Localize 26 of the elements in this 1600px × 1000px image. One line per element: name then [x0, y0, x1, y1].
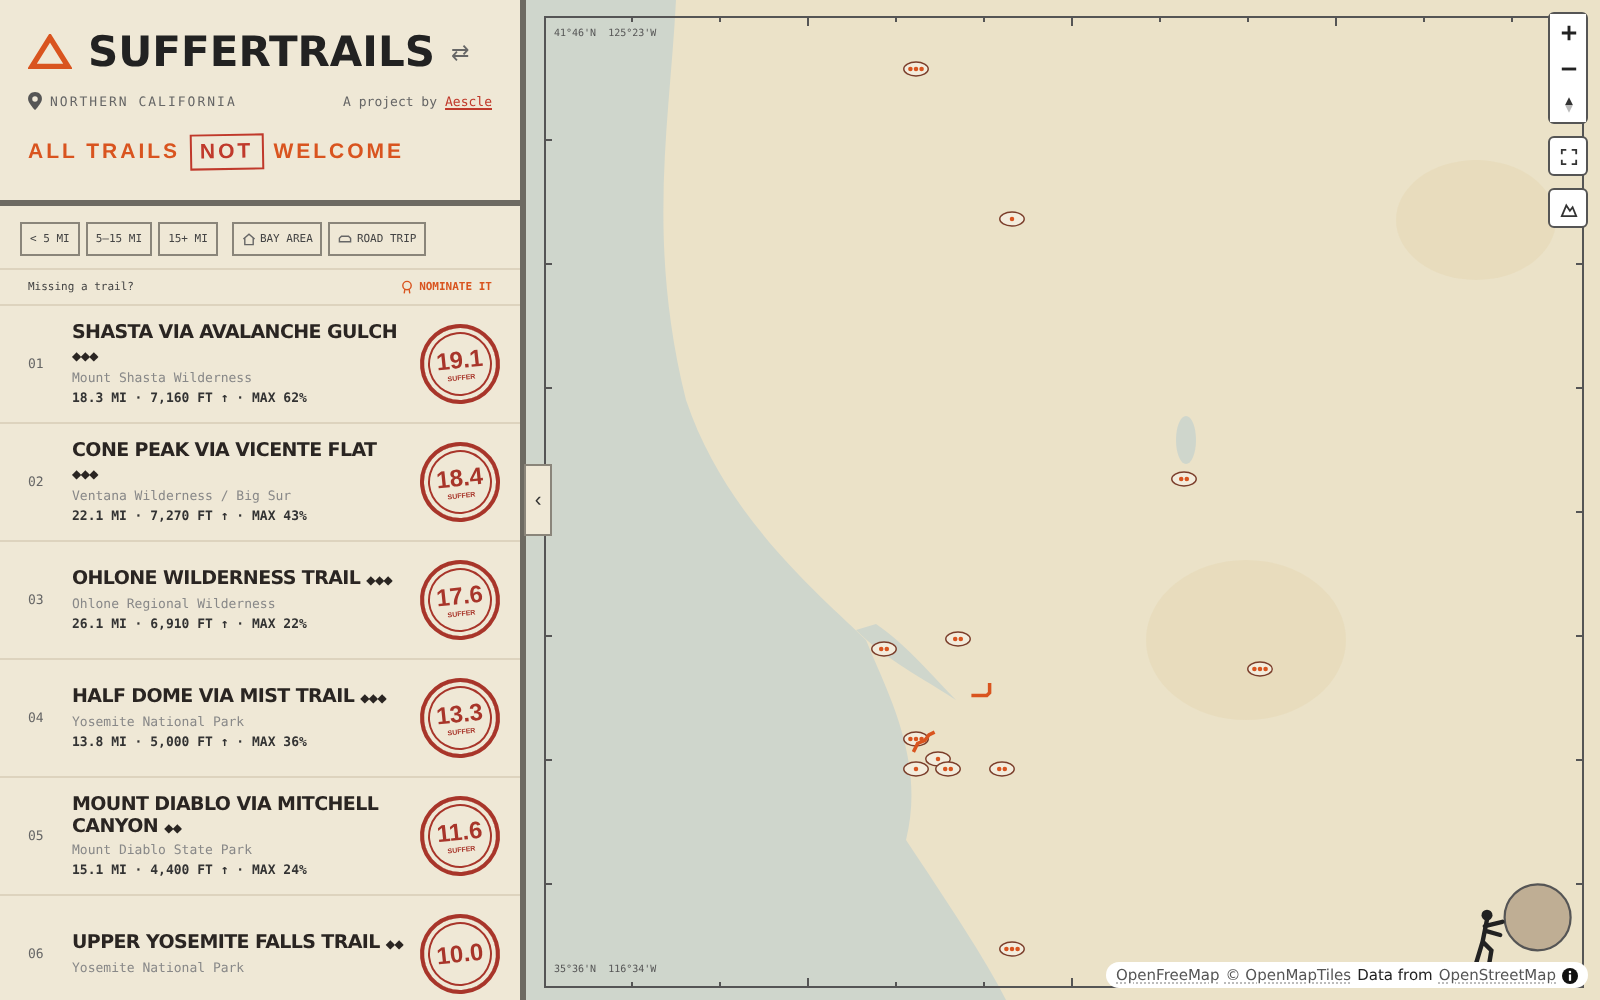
trail-marker[interactable] — [901, 760, 930, 778]
suffer-score-stamp: 10.0 — [416, 910, 504, 998]
tagline-text: WELCOME — [273, 140, 405, 164]
trail-marker[interactable] — [901, 60, 930, 78]
fullscreen-icon — [1559, 147, 1577, 165]
site-title: SUFFERTRAILS — [88, 28, 436, 76]
trail-marker[interactable] — [901, 730, 930, 748]
swap-button[interactable]: ⇄ — [451, 39, 470, 65]
terrain-button[interactable] — [1548, 188, 1588, 228]
collapse-sidebar-button[interactable]: ‹ — [524, 464, 552, 536]
route-line — [912, 730, 936, 754]
car-icon — [338, 232, 353, 246]
compass-icon — [1559, 95, 1577, 113]
trail-marker[interactable] — [944, 630, 973, 648]
info-icon[interactable] — [1562, 967, 1578, 983]
fullscreen-button[interactable] — [1548, 136, 1588, 176]
badge-icon — [399, 280, 414, 294]
mountain-icon — [1559, 199, 1577, 217]
trail-marker[interactable] — [934, 760, 963, 778]
tagline-text: ALL TRAILS — [28, 140, 181, 164]
plus-icon — [1559, 23, 1577, 41]
boxed-tagline-word: NOT — [189, 133, 264, 171]
house-icon — [241, 232, 256, 246]
trail-marker[interactable] — [987, 760, 1016, 778]
triangle-logo-icon — [28, 34, 72, 70]
location-pin-icon — [28, 92, 42, 110]
